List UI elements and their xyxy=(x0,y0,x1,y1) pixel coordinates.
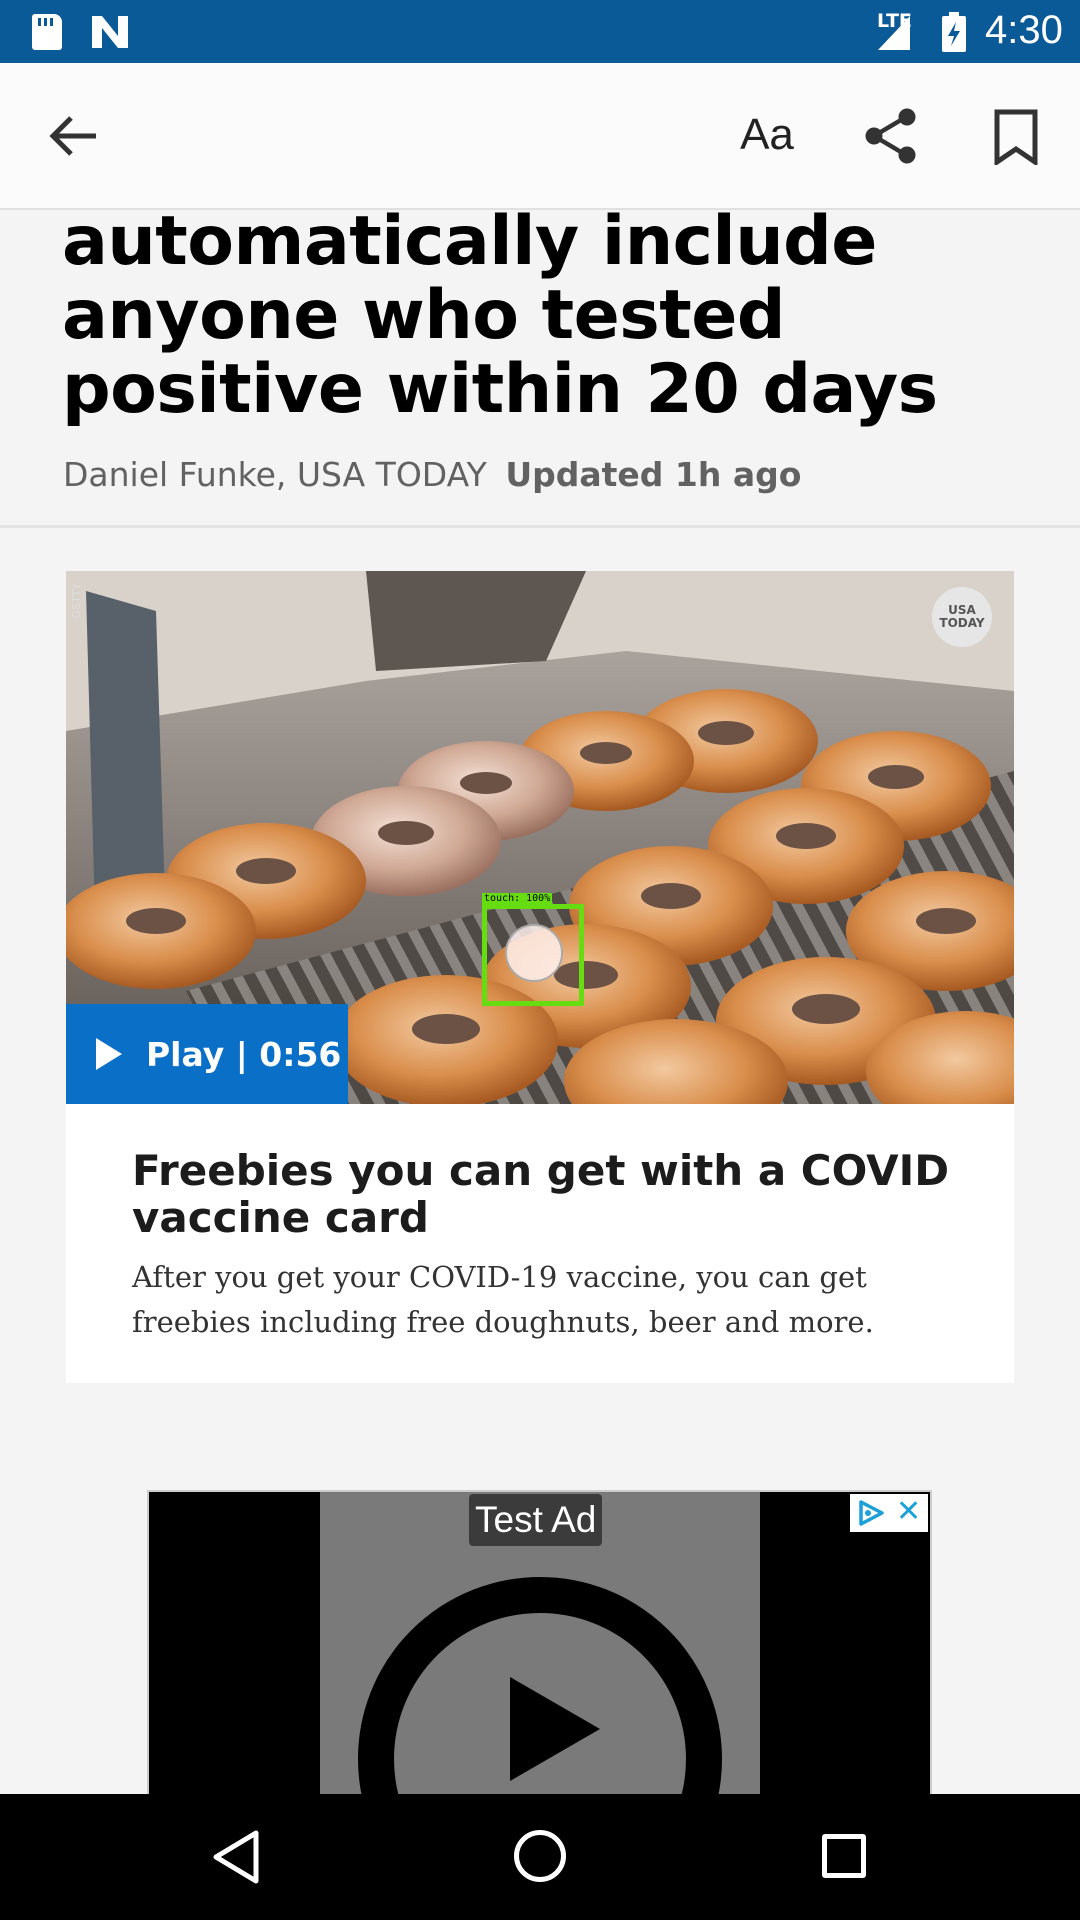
video-thumbnail[interactable]: GETTY USA TODAY touch: 100% Play | 0:56 xyxy=(66,571,1014,1104)
bookmark-icon[interactable] xyxy=(990,109,1042,165)
headline-line: automatically include xyxy=(62,202,877,281)
nav-home-icon[interactable] xyxy=(514,1830,566,1882)
play-video-button[interactable]: Play | 0:56 xyxy=(66,1004,348,1104)
divider xyxy=(0,525,1080,528)
headline-line: anyone who tested xyxy=(62,276,786,355)
nav-back-icon[interactable] xyxy=(210,1828,262,1886)
sd-card-icon xyxy=(32,14,62,50)
system-nav-bar xyxy=(0,1794,1080,1920)
article-toolbar: Aa xyxy=(0,63,1080,210)
usa-today-logo: USA TODAY xyxy=(932,587,992,647)
photo-credit: GETTY xyxy=(70,583,83,619)
adchoices-icon[interactable] xyxy=(856,1499,886,1527)
text-size-button[interactable]: Aa xyxy=(734,105,800,165)
ad-play-icon[interactable] xyxy=(510,1677,600,1781)
video-description: After you get your COVID-19 vaccine, you… xyxy=(132,1260,874,1339)
play-label: Play | 0:56 xyxy=(146,1034,342,1074)
updated-time: Updated 1h ago xyxy=(505,455,802,494)
status-bar: LTE 4:30 xyxy=(0,0,1080,63)
headline-line: positive within 20 days xyxy=(62,350,938,429)
ad-label: Test Ad xyxy=(469,1494,603,1546)
play-icon xyxy=(96,1038,122,1070)
author[interactable]: Daniel Funke, USA TODAY xyxy=(63,455,487,494)
back-arrow-icon[interactable] xyxy=(46,109,100,163)
ad-choices[interactable]: ✕ xyxy=(850,1494,928,1532)
byline: Daniel Funke, USA TODAY Updated 1h ago xyxy=(63,455,801,494)
ad-close-icon[interactable]: ✕ xyxy=(896,1496,921,1528)
article-headline: automatically include anyone who tested … xyxy=(62,205,1022,427)
touch-indicator-label: touch: 100% xyxy=(482,893,553,904)
share-icon[interactable] xyxy=(862,107,920,165)
battery-charging-icon xyxy=(942,12,966,52)
video-title[interactable]: Freebies you can get with a COVID vaccin… xyxy=(132,1147,962,1241)
test-ad[interactable]: Test Ad ✕ xyxy=(147,1490,932,1795)
touch-indicator-box xyxy=(482,904,584,1006)
n-notification-icon xyxy=(92,16,128,48)
signal-icon xyxy=(878,16,910,50)
nav-recents-icon[interactable] xyxy=(822,1834,866,1878)
clock: 4:30 xyxy=(985,8,1063,52)
video-card[interactable]: GETTY USA TODAY touch: 100% Play | 0:56 … xyxy=(66,571,1014,1383)
